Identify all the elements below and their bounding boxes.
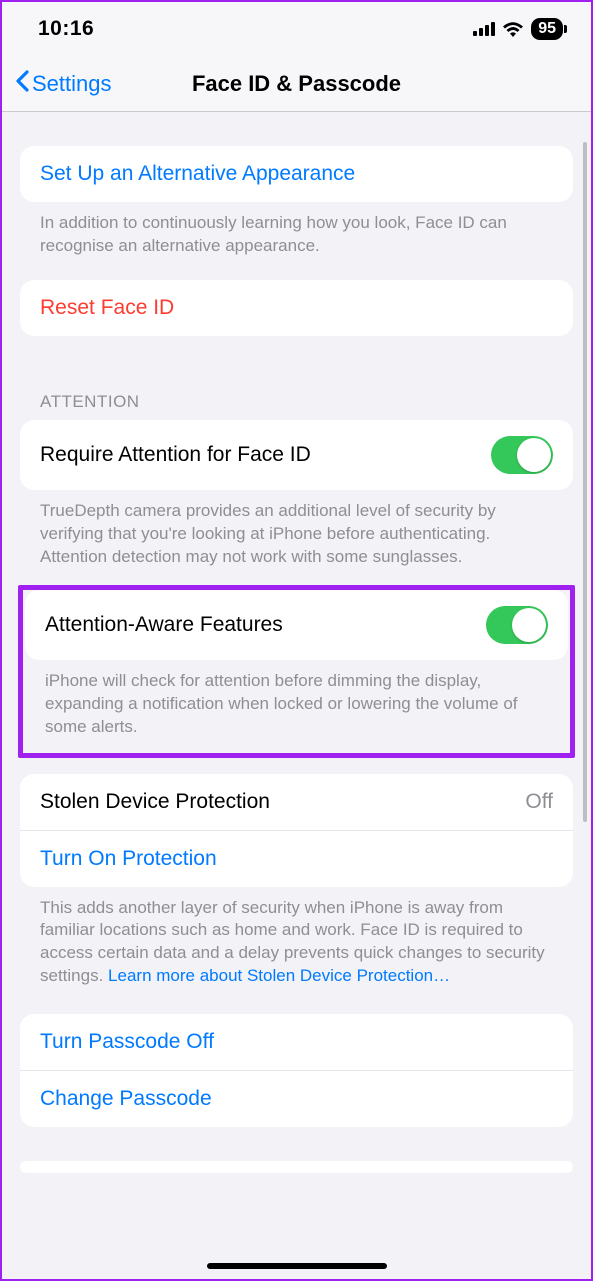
alt-appearance-group: Set Up an Alternative Appearance	[20, 146, 573, 202]
nav-bar: Settings Face ID & Passcode	[2, 56, 591, 112]
status-indicators: 95	[473, 18, 563, 40]
alt-appearance-footer: In addition to continuously learning how…	[20, 202, 573, 258]
learn-more-link[interactable]: Learn more about Stolen Device Protectio…	[108, 966, 450, 985]
passcode-group: Turn Passcode Off Change Passcode	[20, 1014, 573, 1127]
require-attention-row[interactable]: Require Attention for Face ID	[20, 420, 573, 490]
attention-aware-row[interactable]: Attention-Aware Features	[25, 590, 568, 660]
turn-on-protection-button[interactable]: Turn On Protection	[20, 830, 573, 887]
content: Set Up an Alternative Appearance In addi…	[2, 112, 591, 1173]
status-bar: 10:16 95	[2, 2, 591, 56]
stolen-device-row[interactable]: Stolen Device Protection Off	[20, 774, 573, 830]
set-up-alt-appearance-button[interactable]: Set Up an Alternative Appearance	[20, 146, 573, 202]
cellular-icon	[473, 22, 495, 36]
attention-aware-footer: iPhone will check for attention before d…	[25, 660, 568, 739]
next-group-peek	[20, 1161, 573, 1173]
attention-aware-group: Attention-Aware Features	[25, 590, 568, 660]
change-passcode-button[interactable]: Change Passcode	[20, 1070, 573, 1127]
turn-passcode-off-button[interactable]: Turn Passcode Off	[20, 1014, 573, 1070]
stolen-device-footer: This adds another layer of security when…	[20, 887, 573, 989]
highlight-attention-aware: Attention-Aware Features iPhone will che…	[18, 585, 575, 758]
stolen-device-label: Stolen Device Protection	[40, 790, 270, 814]
reset-group: Reset Face ID	[20, 280, 573, 336]
require-attention-toggle[interactable]	[491, 436, 553, 474]
home-indicator[interactable]	[207, 1263, 387, 1269]
scrollbar[interactable]	[583, 142, 587, 822]
reset-face-id-button[interactable]: Reset Face ID	[20, 280, 573, 336]
require-attention-group: Require Attention for Face ID	[20, 420, 573, 490]
battery-indicator: 95	[531, 18, 563, 40]
back-button[interactable]: Settings	[14, 69, 112, 99]
attention-aware-label: Attention-Aware Features	[45, 613, 283, 637]
stolen-device-group: Stolen Device Protection Off Turn On Pro…	[20, 774, 573, 887]
back-label: Settings	[32, 71, 112, 97]
require-attention-footer: TrueDepth camera provides an additional …	[20, 490, 573, 569]
attention-aware-toggle[interactable]	[486, 606, 548, 644]
stolen-device-value: Off	[525, 790, 553, 814]
wifi-icon	[502, 21, 524, 37]
require-attention-label: Require Attention for Face ID	[40, 443, 311, 467]
attention-header: ATTENTION	[20, 336, 573, 420]
chevron-left-icon	[14, 69, 30, 99]
status-time: 10:16	[38, 17, 94, 41]
